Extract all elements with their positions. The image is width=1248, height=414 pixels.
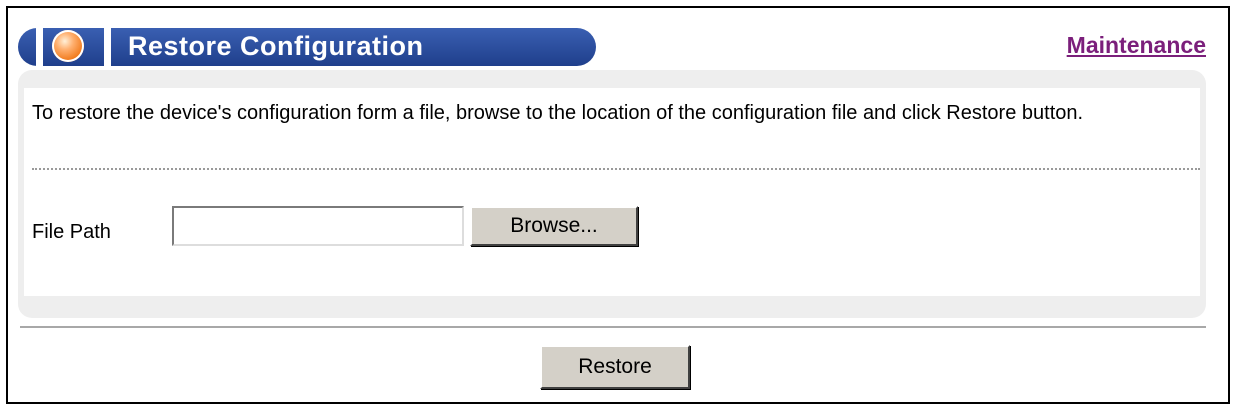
file-path-input[interactable] xyxy=(172,206,464,246)
content-panel: To restore the device's configuration fo… xyxy=(18,70,1206,318)
browse-button[interactable]: Browse... xyxy=(470,206,638,246)
maintenance-link[interactable]: Maintenance xyxy=(1067,32,1206,59)
title-pill-gap-left xyxy=(36,28,43,66)
dotted-divider xyxy=(32,168,1200,170)
file-path-label: File Path xyxy=(32,221,111,243)
horizontal-rule xyxy=(20,326,1206,328)
page-title: Restore Configuration xyxy=(128,31,424,61)
restore-button[interactable]: Restore xyxy=(540,345,690,389)
content-panel-inner: To restore the device's configuration fo… xyxy=(24,88,1200,296)
title-bar: Restore Configuration xyxy=(18,28,596,66)
restore-config-frame: Restore Configuration Maintenance To res… xyxy=(6,6,1230,404)
orb-icon xyxy=(52,30,84,62)
title-pill-gap-right xyxy=(104,28,111,66)
description-text: To restore the device's configuration fo… xyxy=(32,102,1084,124)
